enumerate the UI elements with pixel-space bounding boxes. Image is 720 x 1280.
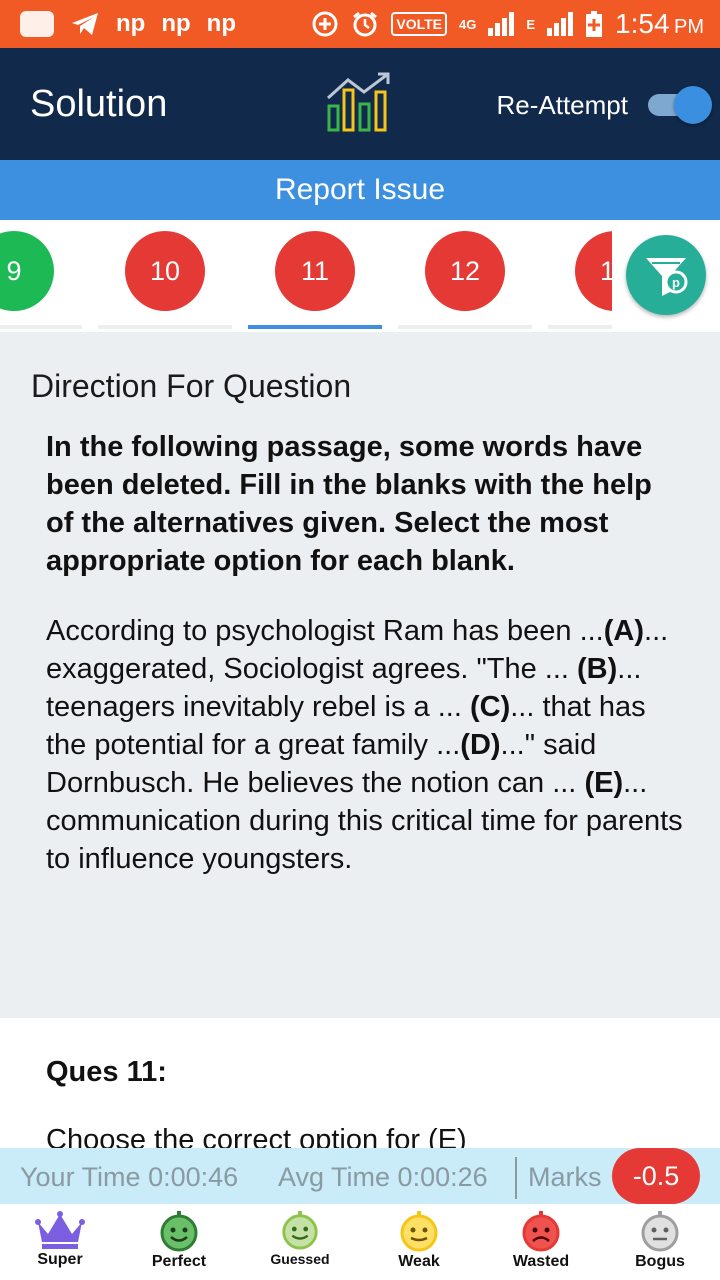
smiley-guessed-icon	[282, 1210, 318, 1250]
carrier-np-icon: np	[161, 10, 191, 37]
question-number: 10	[149, 255, 181, 286]
smiley-weak-icon	[400, 1211, 438, 1252]
blank-label: (B)	[577, 653, 618, 685]
tab-label: Super	[37, 1251, 83, 1268]
question-nav: 9 10 11 12 13 p	[0, 220, 720, 332]
question-bubble[interactable]: 10	[125, 231, 205, 311]
tab-label: Guessed	[270, 1251, 330, 1267]
neutral-face-icon	[641, 1211, 679, 1252]
question-tab-underline	[0, 325, 82, 329]
direction-panel: Direction For Question In the following …	[0, 332, 720, 1018]
tab-super[interactable]: Super	[10, 1210, 110, 1269]
marks-value: -0.5	[612, 1148, 700, 1204]
tab-label: Weak	[398, 1253, 440, 1270]
question-tab-underline	[548, 325, 612, 329]
chart-logo-icon	[326, 72, 390, 132]
network-type: 4G	[459, 16, 477, 32]
app-header: Solution Re-Attempt	[0, 48, 720, 160]
battery-icon	[586, 11, 603, 37]
page-title: Solution	[30, 82, 168, 125]
bottom-nav: Super Perfect Guessed Weak Wasted Bogus	[0, 1204, 720, 1280]
sad-face-icon	[522, 1211, 560, 1252]
data-saver-icon	[312, 11, 338, 37]
question-tab-underline	[98, 325, 232, 329]
filter-icon: p	[646, 258, 688, 296]
filter-button[interactable]: p	[626, 235, 706, 315]
question-number: 11	[300, 255, 330, 286]
clock: 1:54	[615, 8, 670, 39]
telegram-icon	[72, 13, 98, 35]
marks-label: Marks	[528, 1162, 602, 1192]
tab-wasted[interactable]: Wasted	[491, 1210, 591, 1271]
question-number: 9	[6, 255, 22, 286]
reattempt-toggle[interactable]	[648, 86, 712, 124]
clock-ampm: PM	[674, 16, 704, 38]
crown-icon	[35, 1211, 85, 1249]
blank-label: (A)	[603, 615, 645, 647]
blank-label: (E)	[584, 767, 624, 799]
time-bar: Your Time 0:00:46 Avg Time 0:00:26 Marks…	[0, 1148, 720, 1204]
divider	[515, 1157, 517, 1199]
passage-text: According to psychologist Ram has been .…	[46, 612, 686, 878]
direction-instruction: In the following passage, some words hav…	[46, 431, 652, 577]
signal-icon	[488, 12, 515, 36]
question-bubble-active[interactable]: 11	[275, 231, 355, 311]
question-number: 12	[449, 255, 481, 286]
passage-segment: According to psychologist Ram has been .…	[46, 615, 604, 647]
tab-label: Perfect	[151, 1253, 207, 1270]
smiley-perfect-icon	[160, 1211, 198, 1252]
tab-label: Wasted	[512, 1253, 570, 1270]
alarm-icon	[353, 11, 378, 37]
report-issue-button[interactable]: Report Issue	[0, 160, 720, 220]
your-time: Your Time 0:00:46	[20, 1162, 239, 1192]
tab-perfect[interactable]: Perfect	[129, 1210, 229, 1271]
tab-bogus[interactable]: Bogus	[610, 1210, 710, 1271]
avg-time: Avg Time 0:00:26	[278, 1162, 488, 1192]
question-bubble[interactable]: 12	[425, 231, 505, 311]
tab-label: Bogus	[635, 1253, 685, 1270]
tab-weak[interactable]: Weak	[369, 1210, 469, 1271]
volte-badge: VOLTE	[391, 12, 448, 36]
blank-label: (D)	[460, 729, 501, 761]
question-number-label: Ques 11:	[46, 1056, 167, 1088]
carrier-np-icon: np	[116, 10, 146, 37]
question-tab-underline-active	[248, 325, 382, 329]
status-bar: np np np VOLTE 4G E 1:54 PM	[0, 0, 720, 48]
signal2-type: E	[526, 16, 536, 32]
question-tab-underline	[398, 325, 532, 329]
tab-guessed[interactable]: Guessed	[250, 1210, 350, 1267]
svg-text:p: p	[672, 275, 680, 290]
carrier-np-icon: np	[206, 10, 236, 37]
blank-label: (C)	[469, 691, 511, 723]
message-icon	[20, 11, 54, 37]
signal-icon	[547, 12, 574, 36]
question-bubble[interactable]: 9	[0, 231, 54, 311]
direction-title: Direction For Question	[31, 368, 352, 404]
reattempt-label: Re-Attempt	[496, 90, 629, 120]
